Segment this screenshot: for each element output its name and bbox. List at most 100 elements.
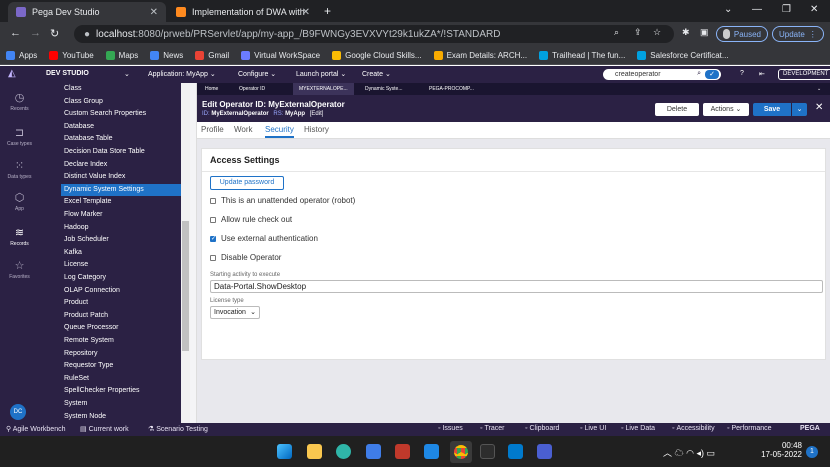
app-icon-2[interactable]	[537, 444, 552, 459]
rail-item-recents[interactable]: ◷ Recents	[0, 91, 39, 112]
option-2[interactable]: ✓ Use external authentication	[210, 234, 318, 243]
create-menu[interactable]: Create ⌄	[362, 70, 391, 78]
work-tab-4[interactable]: PEGA-PROCOMP...	[429, 86, 474, 92]
close-icon[interactable]: ✕	[150, 7, 158, 18]
battery-icon[interactable]: ▭	[706, 448, 715, 458]
browser-tab-pega[interactable]: Pega Dev Studio ✕	[8, 2, 166, 22]
search-icon[interactable]: ⌕	[697, 70, 701, 78]
window-close-icon[interactable]: ✕	[810, 4, 818, 15]
work-tab-0[interactable]: Home	[205, 86, 218, 92]
devbar-agile-workbench[interactable]: ⚲ Agile Workbench	[6, 425, 65, 433]
work-tab-3[interactable]: Dynamic Syste...	[365, 86, 403, 92]
devbar-live-ui[interactable]: ◦ Live UI	[580, 425, 606, 432]
cloud-icon[interactable]: ☁	[675, 448, 684, 458]
close-icon[interactable]: ✕	[302, 7, 310, 18]
wifi-icon[interactable]: ◠	[686, 448, 694, 458]
record-item[interactable]: Database Table	[64, 135, 113, 142]
edge-icon[interactable]	[336, 444, 351, 459]
record-item[interactable]: Product	[64, 299, 88, 306]
reload-icon[interactable]: ↻	[50, 27, 59, 40]
record-item[interactable]: Custom Search Properties	[64, 110, 146, 117]
studio-switcher[interactable]: DEV STUDIO	[46, 70, 89, 77]
search-go-button[interactable]: ✓	[705, 70, 719, 79]
close-icon[interactable]: ✕	[815, 102, 823, 113]
records-scrollbar[interactable]	[181, 83, 190, 423]
work-tab-1[interactable]: Operator ID	[239, 86, 265, 92]
new-tab-button[interactable]: +	[324, 4, 331, 18]
update-password-button[interactable]: Update password	[210, 176, 284, 190]
launch-portal-menu[interactable]: Launch portal ⌄	[296, 70, 346, 78]
back-icon[interactable]: ←	[10, 27, 21, 39]
record-item[interactable]: SpellChecker Properties	[64, 387, 139, 394]
record-item[interactable]: Kafka	[64, 249, 82, 256]
search-input[interactable]: createoperator ⌕ ✓	[603, 69, 721, 80]
devbar-performance[interactable]: ◦ Performance	[727, 425, 772, 432]
bookmark-3[interactable]: News	[150, 50, 183, 60]
rail-item-favorites[interactable]: ☆ Favorites	[0, 259, 39, 280]
checkbox[interactable]: ✓	[210, 235, 216, 242]
file-explorer-icon[interactable]	[307, 444, 322, 459]
record-item[interactable]: Declare Index	[64, 161, 107, 168]
splitter[interactable]	[190, 83, 197, 423]
configure-menu[interactable]: Configure ⌄	[238, 70, 276, 78]
tab-security[interactable]: Security	[265, 125, 294, 138]
record-item[interactable]: Decision Data Store Table	[64, 148, 145, 155]
windows-start-icon[interactable]	[277, 444, 292, 459]
bookmark-8[interactable]: Trailhead | The fun...	[539, 50, 625, 60]
checkbox[interactable]	[210, 216, 216, 223]
bookmark-0[interactable]: Apps	[6, 50, 37, 60]
record-item[interactable]: System	[64, 400, 87, 407]
app-icon[interactable]	[395, 444, 410, 459]
bookmark-1[interactable]: YouTube	[49, 50, 94, 60]
record-item[interactable]: Dynamic System Settings	[61, 184, 181, 197]
save-button[interactable]: Save	[753, 103, 791, 116]
system-tray[interactable]: ︿ ☁ ◠ ◂) ▭	[663, 446, 715, 459]
volume-icon[interactable]: ◂)	[696, 448, 704, 458]
browser-tab-blogger[interactable]: Implementation of DWA with a s ✕	[168, 2, 318, 22]
scrollbar-thumb[interactable]	[182, 221, 189, 351]
bookmark-star-icon[interactable]: ☆	[653, 27, 661, 38]
checkbox[interactable]	[210, 254, 216, 261]
bookmark-2[interactable]: Maps	[105, 50, 138, 60]
zoom-icon[interactable]: ⌕	[614, 27, 619, 38]
extensions-icon[interactable]: ✱	[682, 27, 690, 38]
chevron-up-icon[interactable]: ︿	[663, 448, 672, 458]
record-item[interactable]: Class	[64, 85, 82, 92]
delete-button[interactable]: Delete	[655, 103, 699, 116]
address-bar[interactable]: ● localhost:8080/prweb/PRServlet/app/my-…	[74, 25, 674, 43]
option-1[interactable]: Allow rule check out	[210, 215, 292, 224]
sidebar-icon[interactable]: ▣	[700, 27, 709, 38]
devbar-accessibility[interactable]: ◦ Accessibility	[672, 425, 715, 432]
update-button[interactable]: Update ⋮	[772, 26, 824, 42]
actions-button[interactable]: Actions ⌄	[703, 103, 749, 116]
record-item[interactable]: RuleSet	[64, 375, 89, 382]
license-type-select[interactable]: Invocation ⌄	[210, 306, 260, 319]
mail-icon[interactable]	[424, 444, 439, 459]
record-item[interactable]: Requestor Type	[64, 362, 113, 369]
avatar[interactable]: DC	[10, 404, 26, 420]
notification-badge[interactable]: 1	[806, 446, 818, 458]
devbar-tracer[interactable]: ◦ Tracer	[480, 425, 504, 432]
notifications-icon[interactable]: ⇤	[759, 70, 765, 78]
help-icon[interactable]: ?	[740, 70, 744, 77]
rail-item-data-types[interactable]: ⁙ Data types	[0, 159, 39, 180]
record-item[interactable]: Class Group	[64, 98, 103, 105]
bookmark-9[interactable]: Salesforce Certificat...	[637, 50, 729, 60]
option-0[interactable]: This is an unattended operator (robot)	[210, 196, 355, 205]
application-menu[interactable]: Application: MyApp ⌄	[148, 70, 216, 78]
edit-ruleset-link[interactable]: [Edit]	[310, 111, 324, 117]
checkbox[interactable]	[210, 197, 216, 204]
record-item[interactable]: System Node	[64, 413, 106, 420]
record-item[interactable]: Excel Template	[64, 198, 111, 205]
bookmark-4[interactable]: Gmail	[195, 50, 229, 60]
tab-search-icon[interactable]: ⌄	[724, 4, 732, 15]
save-options-chevron-icon[interactable]: ⌄	[792, 103, 807, 116]
record-item[interactable]: Log Category	[64, 274, 106, 281]
devbar-issues[interactable]: ◦ Issues	[438, 425, 463, 432]
bookmark-7[interactable]: Exam Details: ARCH...	[433, 50, 527, 60]
option-3[interactable]: Disable Operator	[210, 253, 281, 262]
record-item[interactable]: Distinct Value Index	[64, 173, 125, 180]
record-item[interactable]: Product Patch	[64, 312, 108, 319]
record-item[interactable]: Job Scheduler	[64, 236, 109, 243]
tab-work[interactable]: Work	[234, 125, 253, 134]
